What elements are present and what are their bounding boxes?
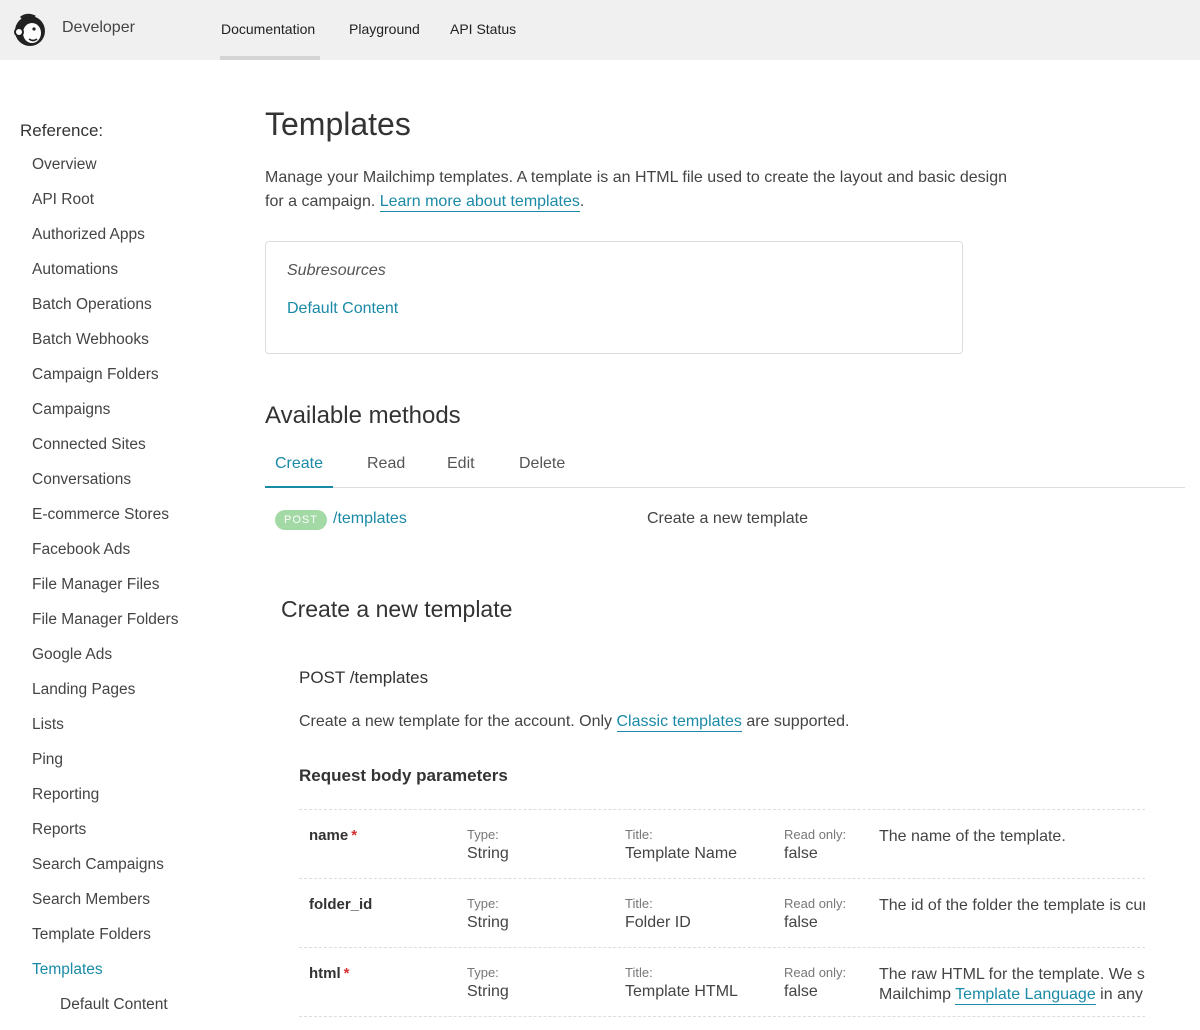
- nav-api-status[interactable]: API Status: [450, 21, 516, 37]
- readonly-label: Read only:: [784, 896, 847, 911]
- sidebar-item-automations[interactable]: Automations: [32, 260, 178, 295]
- subresources-box: Subresources Default Content: [265, 241, 963, 354]
- sidebar-item-file-manager-files[interactable]: File Manager Files: [32, 575, 178, 610]
- sidebar-list: Overview API Root Authorized Apps Automa…: [32, 155, 178, 1030]
- param-description: The name of the template.: [879, 828, 1066, 845]
- param-description: The raw HTML for the template. We su Mail…: [879, 965, 1145, 1005]
- sidebar-item-batch-operations[interactable]: Batch Operations: [32, 295, 178, 330]
- sidebar-item-batch-webhooks[interactable]: Batch Webhooks: [32, 330, 178, 365]
- title-label: Title:: [625, 965, 653, 980]
- param-name: html *: [309, 965, 350, 982]
- mailchimp-logo-icon[interactable]: [12, 12, 48, 48]
- tab-read[interactable]: Read: [367, 455, 405, 473]
- type-value: String: [467, 983, 509, 1000]
- sidebar-item-google-ads[interactable]: Google Ads: [32, 645, 178, 680]
- param-name-text: name: [309, 827, 349, 844]
- sidebar-item-facebook-ads[interactable]: Facebook Ads: [32, 540, 178, 575]
- sidebar-item-templates[interactable]: Templates: [32, 960, 178, 995]
- param-desc-line2-after: in any t: [1100, 986, 1145, 1003]
- required-marker: *: [343, 965, 350, 982]
- readonly-value: false: [784, 983, 818, 1000]
- request-body-title: Request body parameters: [299, 766, 508, 785]
- sidebar-item-connected-sites[interactable]: Connected Sites: [32, 435, 178, 470]
- classic-templates-link[interactable]: Classic templates: [616, 713, 742, 732]
- nav-playground[interactable]: Playground: [349, 21, 420, 37]
- sidebar-item-ping[interactable]: Ping: [32, 750, 178, 785]
- tab-active-indicator: [265, 486, 333, 488]
- method-path-link[interactable]: /templates: [333, 510, 407, 528]
- sidebar-item-authorized-apps[interactable]: Authorized Apps: [32, 225, 178, 260]
- top-navigation-bar: Developer Documentation Playground API S…: [0, 0, 1200, 60]
- sidebar-item-overview[interactable]: Overview: [32, 155, 178, 190]
- sidebar-item-landing-pages[interactable]: Landing Pages: [32, 680, 178, 715]
- tab-delete[interactable]: Delete: [519, 455, 565, 473]
- brand-label[interactable]: Developer: [62, 19, 135, 37]
- param-desc-line1: The raw HTML for the template. We su: [879, 966, 1145, 983]
- type-label: Type:: [467, 965, 499, 980]
- endpoint-desc-after: are supported.: [741, 713, 850, 730]
- title-label: Title:: [625, 896, 653, 911]
- nav-active-indicator: [220, 56, 320, 60]
- sidebar-item-api-root[interactable]: API Root: [32, 190, 178, 225]
- params-table: name * Type: String Title: Template Name …: [299, 809, 1145, 1017]
- sidebar-item-ecommerce-stores[interactable]: E-commerce Stores: [32, 505, 178, 540]
- tab-create[interactable]: Create: [275, 455, 323, 473]
- endpoint-line: POST /templates: [299, 668, 429, 687]
- type-value: String: [467, 914, 509, 931]
- title-value: Template HTML: [625, 983, 738, 1000]
- sidebar-item-template-folders[interactable]: Template Folders: [32, 925, 178, 960]
- readonly-value: false: [784, 845, 818, 862]
- tab-edit[interactable]: Edit: [447, 455, 475, 473]
- readonly-value: false: [784, 914, 818, 931]
- type-label: Type:: [467, 896, 499, 911]
- learn-more-link[interactable]: Learn more about templates: [379, 193, 580, 212]
- sidebar-subitem-default-content[interactable]: Default Content: [32, 995, 178, 1030]
- template-language-link[interactable]: Template Language: [955, 986, 1096, 1005]
- subresources-title: Subresources: [287, 262, 386, 279]
- page-title: Templates: [265, 106, 411, 142]
- param-name-text: folder_id: [309, 896, 373, 913]
- sidebar-item-lists[interactable]: Lists: [32, 715, 178, 750]
- sidebar-item-search-campaigns[interactable]: Search Campaigns: [32, 855, 178, 890]
- param-name: name *: [309, 827, 357, 844]
- post-method-badge: POST: [275, 510, 327, 530]
- readonly-label: Read only:: [784, 965, 847, 980]
- readonly-label: Read only:: [784, 827, 847, 842]
- sidebar-item-file-manager-folders[interactable]: File Manager Folders: [32, 610, 178, 645]
- param-row: folder_id Type: String Title: Folder ID …: [299, 879, 1145, 948]
- title-label: Title:: [625, 827, 653, 842]
- default-content-link[interactable]: Default Content: [287, 300, 398, 318]
- sidebar-item-campaign-folders[interactable]: Campaign Folders: [32, 365, 178, 400]
- endpoint-desc-before: Create a new template for the account. O…: [299, 713, 617, 730]
- sidebar-item-search-members[interactable]: Search Members: [32, 890, 178, 925]
- method-description: Create a new template: [647, 510, 808, 527]
- param-row: html * Type: String Title: Template HTML …: [299, 948, 1145, 1017]
- nav-documentation[interactable]: Documentation: [221, 21, 315, 37]
- param-name: folder_id: [309, 896, 375, 913]
- sidebar-item-reports[interactable]: Reports: [32, 820, 178, 855]
- param-desc-line2-before: Mailchimp: [879, 986, 956, 1003]
- endpoint-description: Create a new template for the account. O…: [299, 713, 850, 732]
- type-label: Type:: [467, 827, 499, 842]
- title-value: Template Name: [625, 845, 738, 862]
- sidebar-heading: Reference:: [20, 121, 104, 140]
- required-marker: *: [351, 827, 358, 844]
- section-title: Create a new template: [281, 596, 513, 622]
- param-name-text: html: [309, 965, 341, 982]
- sidebar-item-conversations[interactable]: Conversations: [32, 470, 178, 505]
- intro-end: .: [579, 193, 585, 210]
- tabs-divider: [265, 487, 1185, 488]
- available-methods-title: Available methods: [265, 402, 461, 429]
- type-value: String: [467, 845, 509, 862]
- intro-text: Manage your Mailchimp templates. A templ…: [265, 169, 1008, 210]
- title-value: Folder ID: [625, 914, 691, 931]
- intro-paragraph: Manage your Mailchimp templates. A templ…: [265, 166, 1025, 214]
- sidebar-item-reporting[interactable]: Reporting: [32, 785, 178, 820]
- sidebar-item-campaigns[interactable]: Campaigns: [32, 400, 178, 435]
- param-row: name * Type: String Title: Template Name …: [299, 810, 1145, 879]
- param-description: The id of the folder the template is cur: [879, 897, 1145, 914]
